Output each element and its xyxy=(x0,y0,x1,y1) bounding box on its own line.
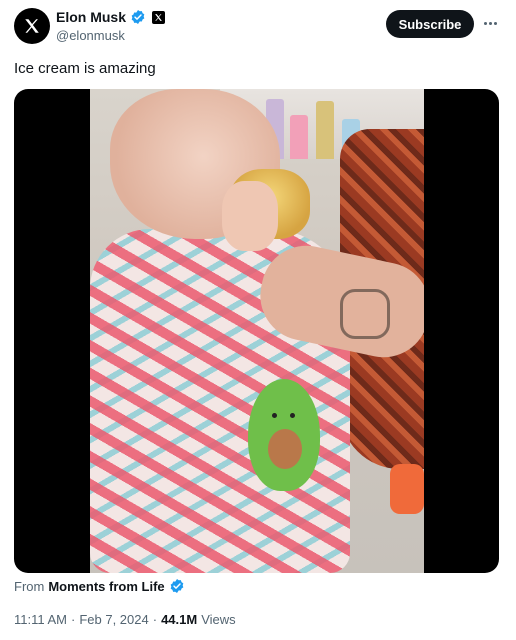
views-label: Views xyxy=(201,612,236,627)
author-name-row: Elon Musk xyxy=(56,9,166,25)
verified-badge-icon[interactable] xyxy=(169,578,185,594)
tweet-meta: 11:11 AM · Feb 7, 2024 · 44.1M Views xyxy=(14,612,236,627)
author-handle[interactable]: @elonmusk xyxy=(56,28,125,43)
hand-tattoo xyxy=(340,289,390,339)
video-frame xyxy=(90,89,424,573)
more-options-icon[interactable] xyxy=(480,13,500,33)
verified-badge-icon[interactable] xyxy=(130,9,146,25)
x-affiliate-badge-icon[interactable] xyxy=(152,10,166,24)
media-attribution: From Moments from Life xyxy=(14,578,185,594)
attribution-source-link[interactable]: Moments from Life xyxy=(48,579,164,594)
orange-shoe xyxy=(390,464,424,514)
x-logo-icon xyxy=(25,19,39,33)
tweet-header: Elon Musk @elonmusk Subscribe xyxy=(14,7,502,47)
avocado-toy xyxy=(248,379,320,491)
tweet-date[interactable]: Feb 7, 2024 xyxy=(79,612,148,627)
author-display-name[interactable]: Elon Musk xyxy=(56,9,126,25)
tweet-text: Ice cream is amazing xyxy=(14,60,156,77)
meta-separator: · xyxy=(71,612,76,627)
views-count[interactable]: 44.1M xyxy=(161,612,197,627)
avatar[interactable] xyxy=(14,8,50,44)
baby-hand xyxy=(222,181,278,251)
meta-separator: · xyxy=(152,612,158,627)
tweet-time[interactable]: 11:11 AM xyxy=(14,612,67,627)
video-player[interactable] xyxy=(14,89,499,573)
attribution-prefix: From xyxy=(14,578,45,594)
subscribe-button[interactable]: Subscribe xyxy=(386,10,474,38)
